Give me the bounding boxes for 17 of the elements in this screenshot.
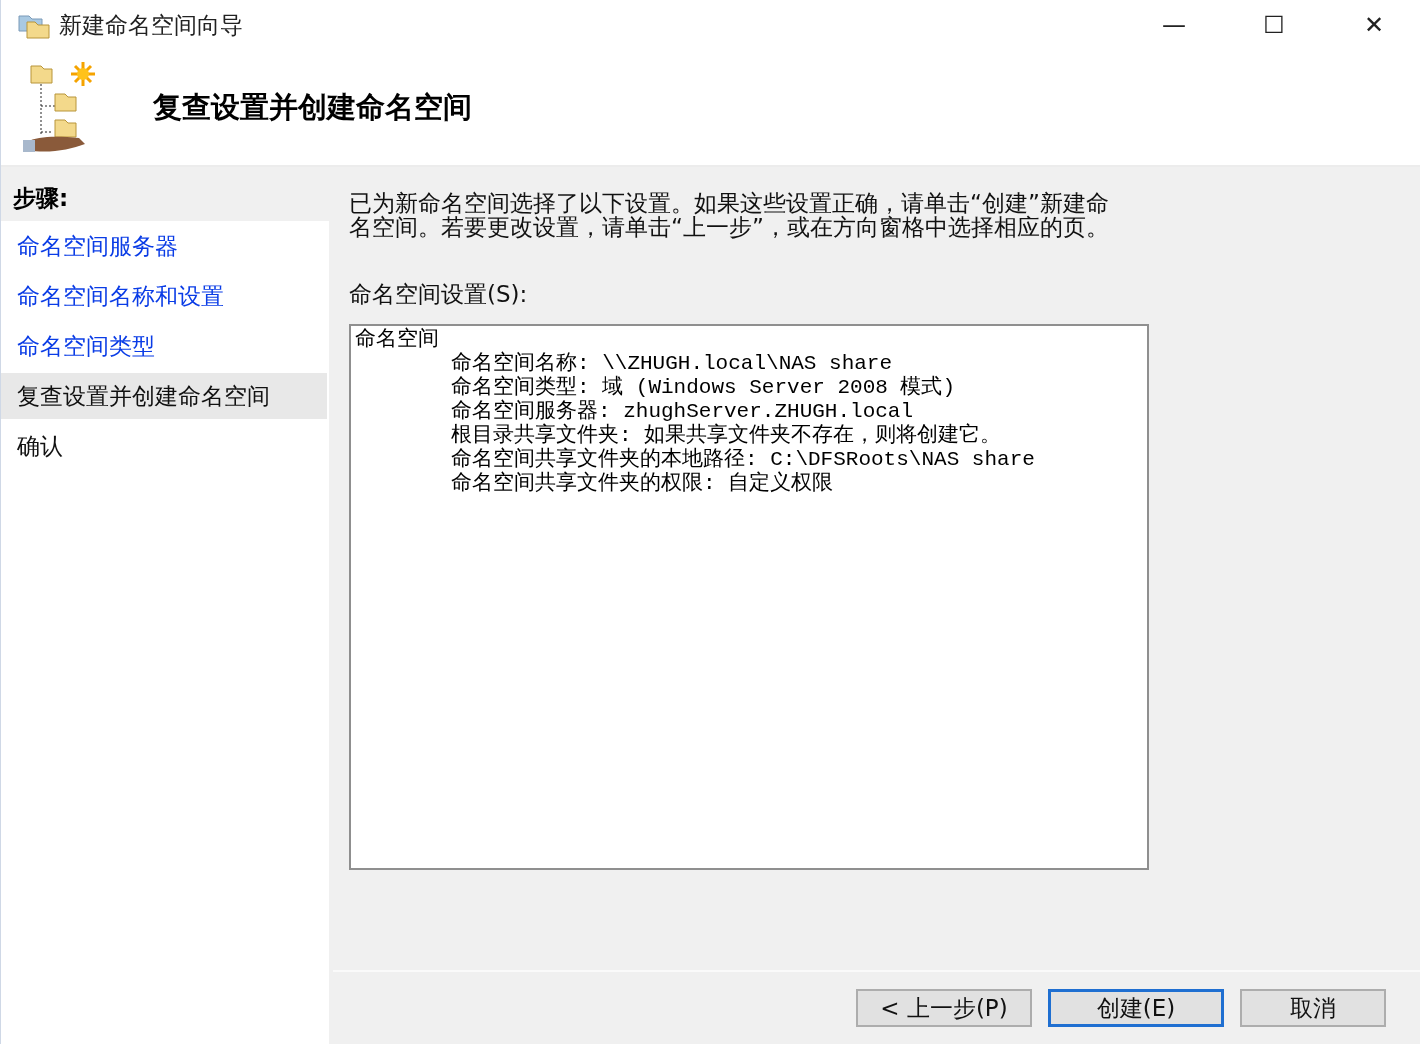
close-button[interactable]: ✕ bbox=[1328, 0, 1420, 50]
minimize-button[interactable]: — bbox=[1128, 0, 1220, 50]
dialog-button[interactable]: 取消 bbox=[1240, 989, 1386, 1027]
step-item[interactable]: 确认 bbox=[1, 423, 327, 469]
description: 已为新命名空间选择了以下设置。如果这些设置正确，请单击“创建”新建命名空间。若要更改设置，请单击“上一步”，或在方向窗格中选择相应的页。 bbox=[349, 191, 1110, 239]
dialog-button[interactable]: < 上一步(P) bbox=[856, 989, 1032, 1027]
settings-label: 命名空间设置(S): bbox=[349, 280, 529, 309]
page-title: 复查设置并创建命名空间 bbox=[153, 88, 472, 126]
step-item[interactable]: 命名空间名称和设置 bbox=[1, 273, 327, 319]
maximize-button[interactable]: ☐ bbox=[1228, 0, 1320, 50]
step-item[interactable]: 命名空间类型 bbox=[1, 323, 327, 369]
settings-textbox[interactable]: 命名空间 命名空间名称: \\ZHUGH.local\NAS share 命名空间类型: 域 (Windows Server 2008 模式) 命名空间服务器: zhughServer.ZHUGH.local 根目录共享文件夹: 如果共享文件夹不存在，则将创建它。 命名空间共享文件夹的本地路径: C:\DFSRoots\NAS share 命名空间共享文件夹的权限: 自定义权限 bbox=[349, 324, 1149, 870]
steps-heading: 步骤: bbox=[1, 175, 329, 221]
step-item[interactable]: 复查设置并创建命名空间 bbox=[1, 373, 327, 419]
window-title: 新建命名空间向导 bbox=[59, 10, 244, 40]
step-item[interactable]: 命名空间服务器 bbox=[1, 223, 327, 269]
dialog-button[interactable]: 创建(E) bbox=[1048, 989, 1224, 1027]
